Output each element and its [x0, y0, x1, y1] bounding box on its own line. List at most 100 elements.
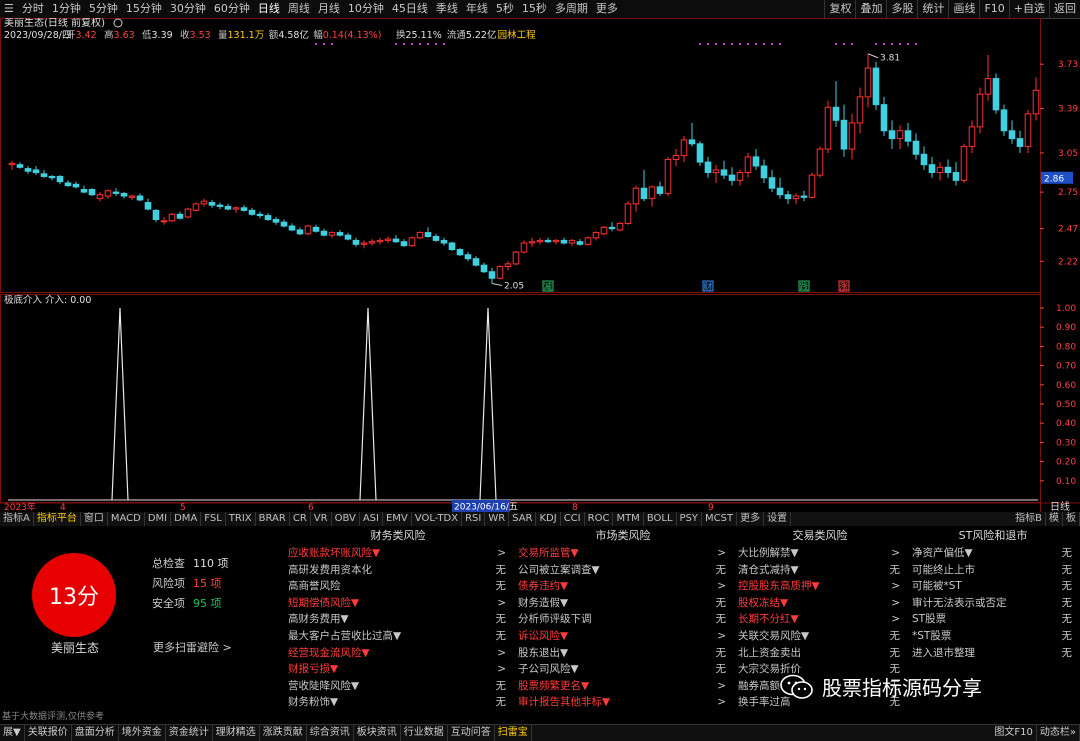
risk-item[interactable]: 可能终止上市 无	[908, 562, 1078, 579]
toolbar-button[interactable]: 统计	[917, 0, 948, 18]
toolbar-button[interactable]: F10	[979, 0, 1008, 18]
indicator-tab[interactable]: BRAR	[256, 512, 290, 526]
gear-icon[interactable]	[113, 18, 123, 28]
period-tab[interactable]: 15秒	[518, 0, 551, 18]
indicator-tab[interactable]: 窗口	[81, 512, 108, 526]
risk-item[interactable]: 公司被立案调查▼ 无	[514, 562, 732, 579]
indicator-tab[interactable]: TRIX	[226, 512, 256, 526]
status-tab[interactable]: 板块资讯	[354, 725, 401, 741]
risk-item[interactable]: ST股票 无	[908, 611, 1078, 628]
risk-item[interactable]: 可能被*ST 无	[908, 578, 1078, 595]
indicator-tab[interactable]: SAR	[509, 512, 537, 526]
indicator-tab[interactable]: FSL	[201, 512, 226, 526]
period-tab[interactable]: 1分钟	[48, 0, 85, 18]
status-tab[interactable]: 理财精选	[213, 725, 260, 741]
period-tab[interactable]: 45日线	[388, 0, 432, 18]
status-tab[interactable]: 盘面分析	[72, 725, 119, 741]
indicator-tab-right[interactable]: 指标B	[1012, 512, 1046, 526]
status-tab[interactable]: 展▼	[0, 725, 25, 741]
risk-item[interactable]: 高研发费用资本化 无	[284, 562, 512, 579]
period-tab[interactable]: 月线	[314, 0, 344, 18]
indicator-tab[interactable]: MACD	[108, 512, 145, 526]
risk-item[interactable]: 营收陡降风险▼ 无	[284, 678, 512, 695]
toolbar-button[interactable]: 叠加	[855, 0, 886, 18]
period-tab[interactable]: 10分钟	[344, 0, 388, 18]
period-tab[interactable]: 年线	[462, 0, 492, 18]
indicator-tab[interactable]: DMA	[171, 512, 202, 526]
risk-item[interactable]: 净资产偏低▼ 无	[908, 545, 1078, 562]
menu-icon[interactable]: ☰	[0, 0, 18, 18]
risk-item[interactable]: 清仓式减持▼ 无	[734, 562, 906, 579]
toolbar-button[interactable]: +自选	[1008, 0, 1049, 18]
period-tab[interactable]: 5秒	[492, 0, 518, 18]
period-tab[interactable]: 更多	[592, 0, 622, 18]
risk-item[interactable]: 进入退市整理 无	[908, 645, 1078, 662]
indicator-tab[interactable]: MTM	[613, 512, 644, 526]
status-tab[interactable]: 综合资讯	[307, 725, 354, 741]
period-tab[interactable]: 日线	[254, 0, 284, 18]
toolbar-button[interactable]: 画线	[948, 0, 979, 18]
status-tab[interactable]: 关联报价	[25, 725, 72, 741]
period-tab[interactable]: 60分钟	[210, 0, 254, 18]
status-tab[interactable]: 境外资金	[119, 725, 166, 741]
kline-chart[interactable]: 美丽生态(日线 前复权)2023/09/28/四开3.42 高3.63 低3.39 收…	[0, 18, 1080, 528]
period-tab[interactable]: 分时	[18, 0, 48, 18]
period-tab[interactable]: 周线	[284, 0, 314, 18]
indicator-tab[interactable]: OBV	[332, 512, 360, 526]
indicator-tab[interactable]: EMV	[383, 512, 412, 526]
indicator-tab[interactable]: 指标A	[0, 512, 34, 526]
indicator-tab[interactable]: BOLL	[644, 512, 677, 526]
indicator-tab[interactable]: RSI	[462, 512, 486, 526]
toolbar-button[interactable]: 返回	[1049, 0, 1080, 18]
indicator-tab[interactable]: MCST	[702, 512, 738, 526]
indicator-tab-right[interactable]: 板	[1063, 512, 1080, 526]
risk-item[interactable]: 股权冻结▼ >	[734, 595, 906, 612]
indicator-tab[interactable]: KDJ	[536, 512, 561, 526]
indicator-tab[interactable]: ASI	[360, 512, 383, 526]
period-tab[interactable]: 5分钟	[85, 0, 122, 18]
status-tab[interactable]: 行业数据	[401, 725, 448, 741]
toolbar-button[interactable]: 多股	[886, 0, 917, 18]
indicator-tab[interactable]: CR	[290, 512, 311, 526]
status-tab[interactable]: 涨跌贡献	[260, 725, 307, 741]
risk-item[interactable]: 高财务费用▼ 无	[284, 611, 512, 628]
risk-item[interactable]: 控股股东高质押▼ >	[734, 578, 906, 595]
period-tab[interactable]: 30分钟	[166, 0, 210, 18]
risk-item[interactable]: 大比例解禁▼ >	[734, 545, 906, 562]
indicator-tab[interactable]: VOL-TDX	[412, 512, 463, 526]
risk-item[interactable]: 应收账款坏账风险▼ >	[284, 545, 512, 562]
risk-item[interactable]: 财务粉饰▼ 无	[284, 694, 512, 711]
more-scan-link[interactable]: 更多扫雷避险 >	[153, 639, 232, 655]
status-tab[interactable]: 互动问答	[448, 725, 495, 741]
indicator-tab-right[interactable]: 模	[1046, 512, 1063, 526]
risk-item[interactable]: 高商誉风险 无	[284, 578, 512, 595]
risk-item[interactable]: 交易所监管▼ >	[514, 545, 732, 562]
indicator-tab[interactable]: CCI	[561, 512, 585, 526]
risk-item[interactable]: 子公司风险▼ 无	[514, 661, 732, 678]
indicator-tab[interactable]: VR	[311, 512, 332, 526]
risk-item[interactable]: 短期偿债风险▼ >	[284, 595, 512, 612]
indicator-tab[interactable]: ROC	[585, 512, 614, 526]
indicator-tab[interactable]: PSY	[677, 512, 703, 526]
period-tab[interactable]: 季线	[432, 0, 462, 18]
status-tab[interactable]: 资金统计	[166, 725, 213, 741]
status-right-button[interactable]: 图文F10	[991, 725, 1037, 741]
risk-item[interactable]: 最大客户占营收比过高▼ 无	[284, 628, 512, 645]
risk-item[interactable]: 经营现金流风险▼ >	[284, 645, 512, 662]
risk-item[interactable]: *ST股票 无	[908, 628, 1078, 645]
risk-item[interactable]: 审计无法表示或否定 无	[908, 595, 1078, 612]
indicator-tab[interactable]: DMI	[145, 512, 172, 526]
indicator-tab[interactable]: WR	[485, 512, 510, 526]
indicator-tab[interactable]: 设置	[764, 512, 792, 526]
risk-item[interactable]: 诉讼风险▼ >	[514, 628, 732, 645]
risk-item[interactable]: 北上资金卖出 无	[734, 645, 906, 662]
risk-item[interactable]: 债券违约▼ >	[514, 578, 732, 595]
risk-item[interactable]: 财务造假▼ 无	[514, 595, 732, 612]
risk-item[interactable]: 股东退出▼ 无	[514, 645, 732, 662]
status-right-button[interactable]: 动态栏»	[1037, 725, 1080, 741]
period-tab[interactable]: 15分钟	[122, 0, 166, 18]
risk-item[interactable]: 分析师评级下调 无	[514, 611, 732, 628]
risk-item[interactable]: 审计报告其他非标▼ >	[514, 694, 732, 711]
risk-item[interactable]: 关联交易风险▼ 无	[734, 628, 906, 645]
indicator-tab[interactable]: 指标平台	[34, 512, 81, 526]
